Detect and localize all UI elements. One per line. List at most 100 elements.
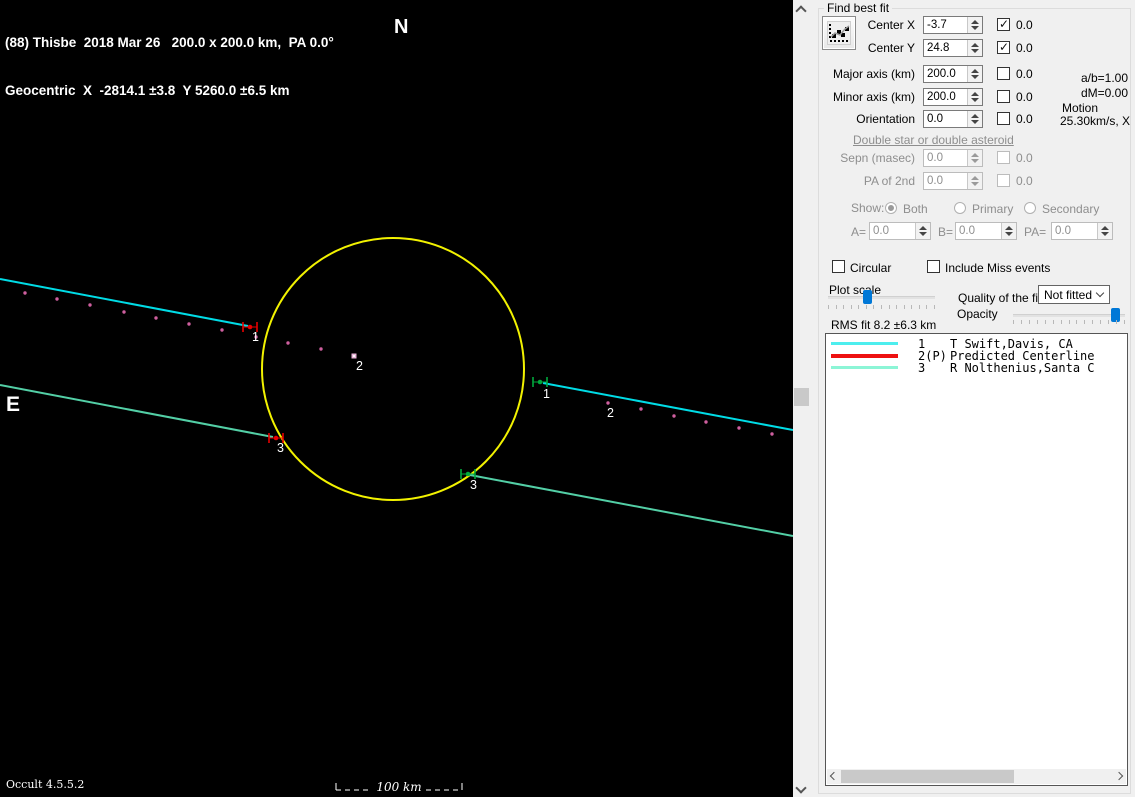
center-x-input[interactable]: -3.7 (923, 16, 983, 34)
show-secondary-label: Secondary (1042, 202, 1100, 216)
center-y-check-value: 0.0 (1016, 41, 1033, 55)
occultation-plot-area[interactable]: 1 1 2 2 3 3 100 km (88) Thisbe 2018 Mar 26 200… (0, 0, 793, 797)
center-x-check-value: 0.0 (1016, 18, 1033, 32)
legend-text-3: R Nolthenius,Santa C (950, 361, 1095, 375)
plot-scale-slider[interactable] (828, 296, 935, 299)
sepn-input[interactable]: 0.0 (923, 149, 983, 167)
b-field-input[interactable]: 0.0 (955, 222, 1017, 240)
pa-of-2nd-input[interactable]: 0.0 (923, 172, 983, 190)
scroll-down-icon[interactable] (795, 782, 807, 794)
svg-text:3: 3 (470, 478, 477, 492)
sepn-label: Sepn (masec) (840, 151, 915, 165)
orientation-check-value: 0.0 (1016, 112, 1033, 126)
vertical-scrollbar-thumb[interactable] (794, 388, 809, 406)
plot-title-line2: Geocentric X -2814.1 ±3.8 Y 5260.0 ±6.5 … (5, 83, 290, 98)
sepn-check-value: 0.0 (1016, 151, 1033, 165)
major-axis-input[interactable]: 200.0 (923, 65, 983, 83)
quality-dropdown[interactable]: Not fitted (1038, 285, 1110, 304)
plot-scale-label: Plot scale (829, 283, 882, 297)
north-direction-label: N (394, 16, 409, 38)
minor-axis-check-value: 0.0 (1016, 90, 1033, 104)
sepn-spinner[interactable] (967, 150, 982, 166)
svg-text:100 km: 100 km (376, 780, 421, 794)
quality-label: Quality of the fit (958, 291, 1042, 305)
show-both-radio[interactable] (885, 202, 897, 214)
legend-line-swatch-2 (831, 354, 898, 358)
plot-title-line1: (88) Thisbe 2018 Mar 26 200.0 x 200.0 km… (5, 35, 334, 50)
center-x-row: Center X -3.7 0.0 (810, 16, 1135, 34)
circular-label: Circular (850, 261, 892, 275)
center-y-input[interactable]: 24.8 (923, 39, 983, 57)
center-x-label: Center X (867, 18, 915, 32)
pa-of-2nd-checkbox[interactable] (997, 174, 1010, 187)
minor-axis-label: Minor axis (km) (832, 90, 915, 104)
svg-text:1: 1 (252, 330, 259, 344)
major-axis-label: Major axis (km) (832, 67, 915, 81)
pa-of-2nd-spinner[interactable] (967, 173, 982, 189)
orientation-label: Orientation (856, 112, 915, 126)
legend-horizontal-scrollbar[interactable] (827, 769, 1126, 784)
fit-control-panel: Find best fit Center X -3.7 ✓ 0.0 Center… (810, 0, 1135, 797)
center-y-spinner[interactable] (967, 40, 982, 56)
rms-fit-text: RMS fit 8.2 ±6.3 km (831, 318, 937, 332)
pa-field-spinner[interactable] (1097, 223, 1112, 239)
legend-row-3[interactable]: 3 R Nolthenius,Santa C (826, 361, 1127, 375)
pa-field-label: PA= (1024, 225, 1047, 239)
show-both-label: Both (903, 202, 928, 216)
minor-axis-spinner[interactable] (967, 89, 982, 105)
dropdown-chevron-icon (1095, 288, 1105, 298)
include-miss-checkbox[interactable] (927, 260, 940, 273)
circular-checkbox[interactable] (832, 260, 845, 273)
station-legend-listbox[interactable]: 1 T Swift,Davis, CA 2(P) Predicted Cente… (825, 333, 1128, 786)
minor-axis-checkbox[interactable] (997, 90, 1010, 103)
svg-text:2: 2 (356, 359, 363, 373)
pa-of-2nd-row: PA of 2nd 0.0 0.0 (810, 172, 1135, 190)
sepn-row: Sepn (masec) 0.0 0.0 (810, 149, 1135, 167)
opacity-slider[interactable] (1013, 314, 1125, 317)
vertical-scrollbar[interactable] (793, 0, 810, 797)
plot-scale-ticks (828, 305, 935, 309)
orientation-spinner[interactable] (967, 111, 982, 127)
opacity-ticks (1013, 320, 1125, 324)
plot-scale-slider-thumb[interactable] (863, 290, 872, 304)
center-x-spinner[interactable] (967, 17, 982, 33)
pa-of-2nd-check-value: 0.0 (1016, 174, 1033, 188)
svg-text:3: 3 (277, 441, 284, 455)
a-field-input[interactable]: 0.0 (869, 222, 931, 240)
pa-of-2nd-label: PA of 2nd (863, 174, 915, 188)
major-axis-spinner[interactable] (967, 66, 982, 82)
sepn-checkbox[interactable] (997, 151, 1010, 164)
pa-field-input[interactable]: 0.0 (1051, 222, 1113, 240)
b-field-spinner[interactable] (1001, 223, 1016, 239)
center-x-checkbox[interactable] (997, 17, 1010, 31)
orientation-checkbox[interactable] (997, 112, 1010, 125)
minor-axis-input[interactable]: 200.0 (923, 88, 983, 106)
scroll-right-icon[interactable] (1114, 771, 1124, 781)
motion-value: 25.30km/s, X (1060, 114, 1131, 128)
horizontal-scrollbar-thumb[interactable] (841, 770, 1014, 783)
find-best-fit-group-label: Find best fit (824, 1, 893, 15)
scroll-up-icon[interactable] (795, 5, 807, 17)
svg-text:2: 2 (607, 406, 614, 420)
major-axis-check-value: 0.0 (1016, 67, 1033, 81)
center-y-row: Center Y 24.8 0.0 (810, 39, 1135, 57)
occult-window: 1 1 2 2 3 3 100 km (88) Thisbe 2018 Mar 26 200… (0, 0, 1135, 797)
double-star-section-title: Double star or double asteroid (853, 133, 1014, 147)
dm-text: dM=0.00 (1080, 86, 1128, 100)
show-label: Show: (851, 201, 885, 215)
center-y-checkbox[interactable] (997, 40, 1010, 54)
show-primary-label: Primary (972, 202, 1014, 216)
legend-num-3: 3 (918, 361, 926, 375)
a-field-label: A= (851, 225, 867, 239)
show-primary-radio[interactable] (954, 202, 966, 214)
show-secondary-radio[interactable] (1024, 202, 1036, 214)
center-y-label: Center Y (867, 41, 915, 55)
scroll-left-icon[interactable] (829, 771, 839, 781)
legend-line-swatch-1 (831, 342, 898, 345)
include-miss-label: Include Miss events (945, 261, 1051, 275)
orientation-input[interactable]: 0.0 (923, 110, 983, 128)
opacity-label: Opacity (957, 307, 998, 321)
major-axis-checkbox[interactable] (997, 67, 1010, 80)
aspect-ratio-text: a/b=1.00 (1080, 71, 1128, 85)
a-field-spinner[interactable] (915, 223, 930, 239)
